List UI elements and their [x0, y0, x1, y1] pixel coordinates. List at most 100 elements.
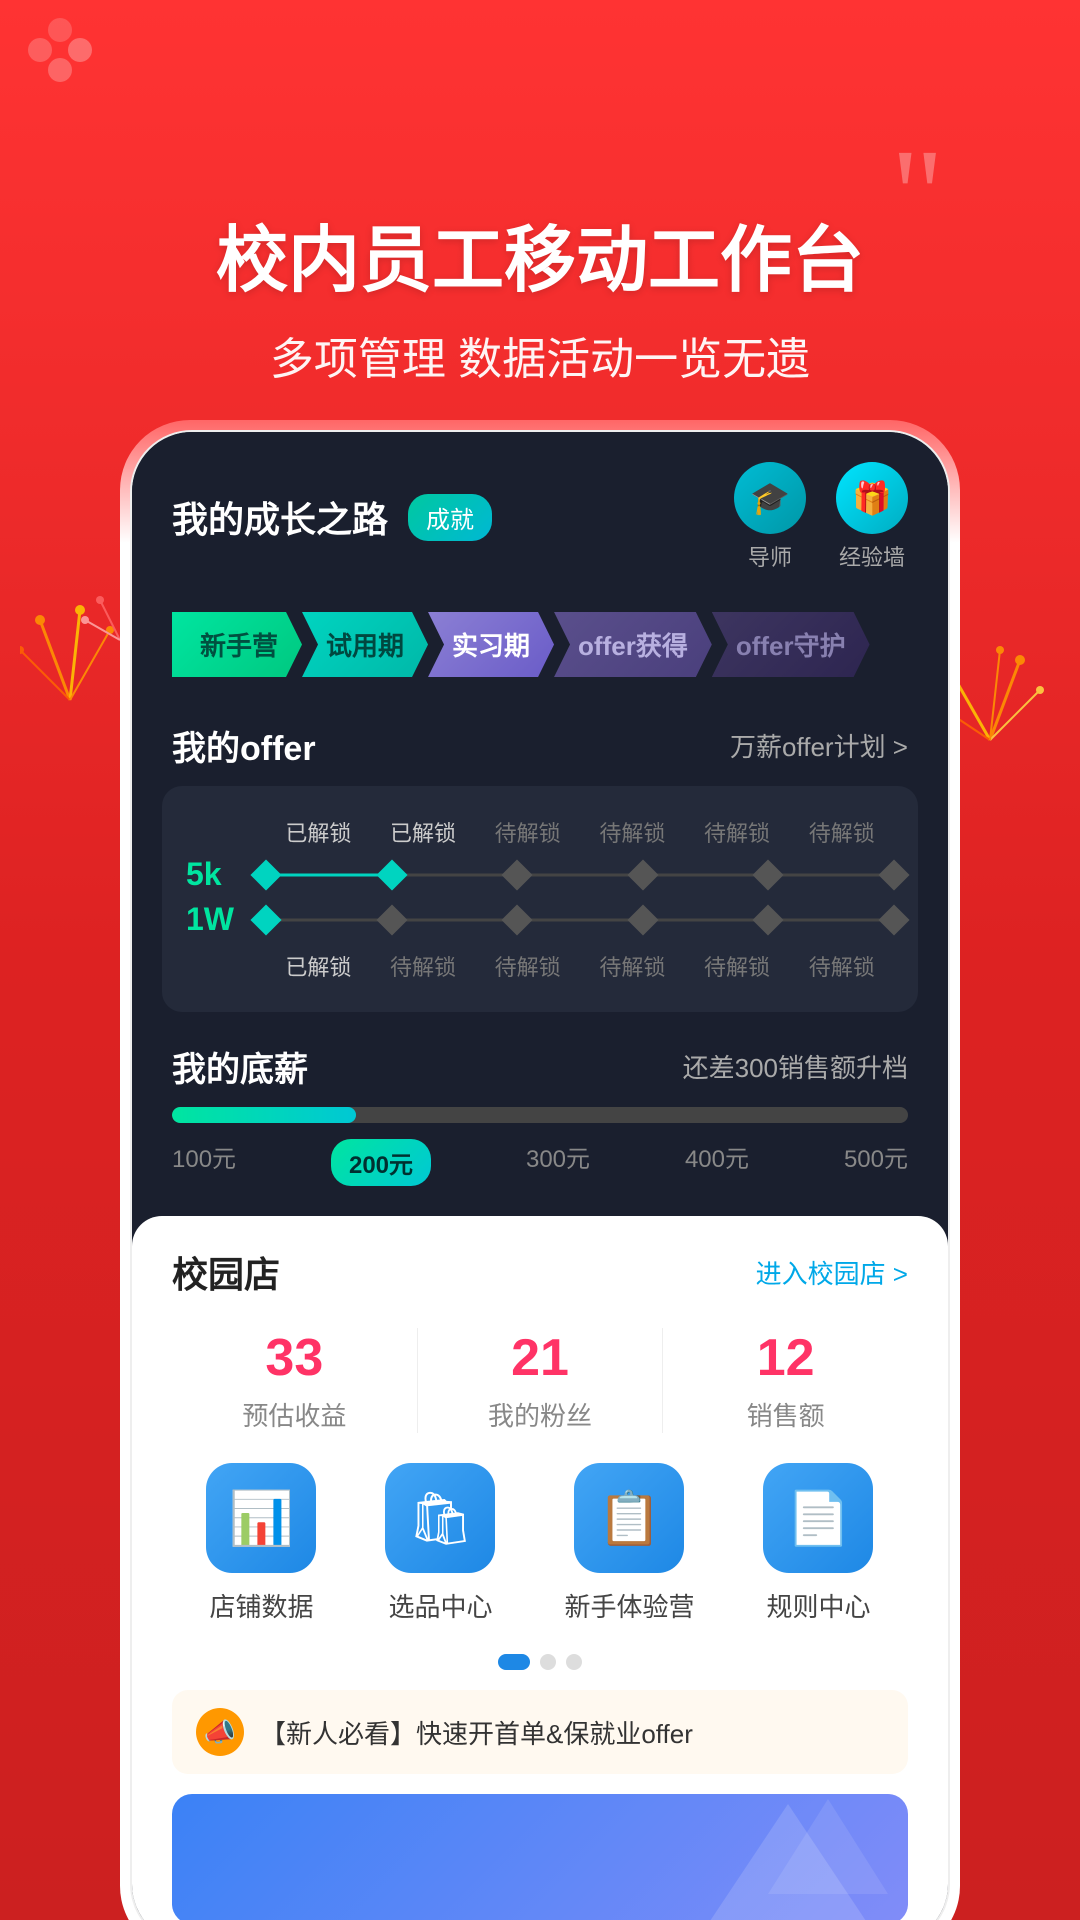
store-data-label: 店铺数据	[209, 1587, 313, 1624]
bottom-label-pending-5: 待解锁	[789, 950, 894, 982]
mentor-label: 导师	[748, 540, 792, 572]
stat-revenue-number: 33	[172, 1328, 417, 1388]
node-1w-3	[502, 904, 533, 935]
expwall-label: 经验墙	[839, 540, 905, 572]
icon-store-data[interactable]: 📊 店铺数据	[206, 1463, 316, 1624]
store-title: 校园店	[172, 1246, 280, 1298]
node-4	[627, 859, 658, 890]
beginner-camp-label: 新手体验营	[564, 1587, 694, 1624]
hero-section: 校内员工移动工作台 " 多项管理 数据活动一览无遗	[0, 0, 1080, 387]
offer-label-pending-4: 待解锁	[789, 816, 894, 848]
salary-100: 100元	[172, 1139, 236, 1186]
offer-section-title: 我的offer	[172, 721, 316, 770]
offer-1w-row: 1W	[186, 901, 894, 938]
bottom-label-unlocked: 已解锁	[266, 950, 371, 982]
store-header: 校园店 进入校园店 >	[172, 1246, 908, 1298]
expwall-icon: 🎁	[836, 462, 908, 534]
salary-section: 我的底薪 还差300销售额升档 100元 200元 300元 400元 500元	[132, 1022, 948, 1216]
node-2	[376, 859, 407, 890]
offer-bottom-labels: 已解锁 待解锁 待解锁 待解锁 待解锁 待解锁	[186, 950, 894, 982]
app-header-right: 🎓 导师 🎁 经验墙	[734, 462, 908, 572]
achievement-badge: 成就	[408, 494, 492, 541]
offer-plan-link[interactable]: 万薪offer计划 >	[730, 727, 908, 764]
salary-500: 500元	[844, 1139, 908, 1186]
mentor-icon: 🎓	[734, 462, 806, 534]
store-data-icon: 📊	[206, 1463, 316, 1573]
node-6	[878, 859, 909, 890]
dots-indicator	[172, 1654, 908, 1670]
bottom-promo-card[interactable]	[172, 1794, 908, 1920]
dot-inactive-2	[566, 1654, 582, 1670]
salary-300: 300元	[526, 1139, 590, 1186]
step-offer-guard[interactable]: offer守护	[712, 612, 870, 677]
offer-top-labels: 已解锁 已解锁 待解锁 待解锁 待解锁 待解锁	[186, 816, 894, 848]
full-page: 校内员工移动工作台 " 多项管理 数据活动一览无遗 我的成长之路 成就 🎓 导师	[0, 0, 1080, 1920]
salary-200: 200元	[331, 1139, 431, 1186]
quote-decoration: "	[891, 130, 944, 260]
offer-label-pending-2: 待解锁	[580, 816, 685, 848]
store-link[interactable]: 进入校园店 >	[756, 1254, 908, 1291]
rules-icon: 📄	[763, 1463, 873, 1573]
icon-grid: 📊 店铺数据 🛍 选品中心 📋 新手体验营 📄	[172, 1463, 908, 1624]
hero-subtitle: 多项管理 数据活动一览无遗	[0, 323, 1080, 387]
announcement-icon: 📣	[196, 1708, 244, 1756]
announcement-bar[interactable]: 📣 【新人必看】快速开首单&保就业offer	[172, 1690, 908, 1774]
node-5	[753, 859, 784, 890]
offer-section-header: 我的offer 万薪offer计划 >	[132, 697, 948, 786]
offer-label-unlocked-2: 已解锁	[371, 816, 476, 848]
icon-rules[interactable]: 📄 规则中心	[763, 1463, 873, 1624]
hero-title: 校内员工移动工作台	[216, 220, 864, 303]
stat-sales-number: 12	[663, 1328, 908, 1388]
phone-mockup: 我的成长之路 成就 🎓 导师 🎁 经验墙	[120, 420, 960, 1920]
node-3	[502, 859, 533, 890]
offer-label-pending-3: 待解锁	[685, 816, 790, 848]
announcement-text: 【新人必看】快速开首单&保就业offer	[260, 1714, 693, 1751]
stat-revenue-label: 预估收益	[172, 1396, 417, 1433]
bottom-label-pending-3: 待解锁	[580, 950, 685, 982]
salary-hint: 还差300销售额升档	[683, 1048, 908, 1085]
node-1w-6	[878, 904, 909, 935]
stat-fans: 21 我的粉丝	[418, 1328, 664, 1433]
white-card: 校园店 进入校园店 > 33 预估收益 21 我的粉丝	[132, 1216, 948, 1920]
salary-title: 我的底薪	[172, 1042, 308, 1091]
dot-inactive-1	[540, 1654, 556, 1670]
step-offer-get[interactable]: offer获得	[554, 612, 712, 677]
salary-bar-fill	[172, 1107, 356, 1123]
offer-grid: 已解锁 已解锁 待解锁 待解锁 待解锁 待解锁 5k	[162, 786, 918, 1012]
offer-label-unlocked-1: 已解锁	[266, 816, 371, 848]
node-1w-5	[753, 904, 784, 935]
track-1w-bg	[266, 918, 894, 921]
offer-label-pending-1: 待解锁	[475, 816, 580, 848]
rules-label: 规则中心	[766, 1587, 870, 1624]
step-intern[interactable]: 实习期	[428, 612, 554, 677]
node-1w-2	[376, 904, 407, 935]
icon-product-select[interactable]: 🛍 选品中心	[385, 1463, 495, 1624]
step-trial[interactable]: 试用期	[302, 612, 428, 677]
salary-bar	[172, 1107, 908, 1123]
bottom-label-pending-4: 待解锁	[685, 950, 790, 982]
product-select-icon: 🛍	[385, 1463, 495, 1573]
app-header: 我的成长之路 成就 🎓 导师 🎁 经验墙	[132, 432, 948, 592]
salary-labels: 100元 200元 300元 400元 500元	[172, 1139, 908, 1186]
offer-1w-track	[266, 905, 894, 935]
salary-header: 我的底薪 还差300销售额升档	[172, 1032, 908, 1107]
icon-beginner-camp[interactable]: 📋 新手体验营	[564, 1463, 694, 1624]
stat-fans-label: 我的粉丝	[418, 1396, 663, 1433]
stat-revenue: 33 预估收益	[172, 1328, 418, 1433]
track-fill	[266, 873, 392, 876]
salary-400: 400元	[685, 1139, 749, 1186]
phone-outer: 我的成长之路 成就 🎓 导师 🎁 经验墙	[120, 420, 960, 1920]
step-rookie[interactable]: 新手营	[172, 612, 302, 677]
product-select-label: 选品中心	[388, 1587, 492, 1624]
offer-5k-track	[266, 860, 894, 890]
mentor-icon-item[interactable]: 🎓 导师	[734, 462, 806, 572]
stat-fans-number: 21	[418, 1328, 663, 1388]
stat-sales: 12 销售额	[663, 1328, 908, 1433]
expwall-icon-item[interactable]: 🎁 经验墙	[836, 462, 908, 572]
offer-5k-row: 5k	[186, 856, 894, 893]
app-title: 我的成长之路	[172, 491, 388, 543]
bottom-label-pending-1: 待解锁	[371, 950, 476, 982]
bottom-label-pending-2: 待解锁	[475, 950, 580, 982]
dot-active	[498, 1654, 530, 1670]
app-header-left: 我的成长之路 成就	[172, 491, 492, 543]
